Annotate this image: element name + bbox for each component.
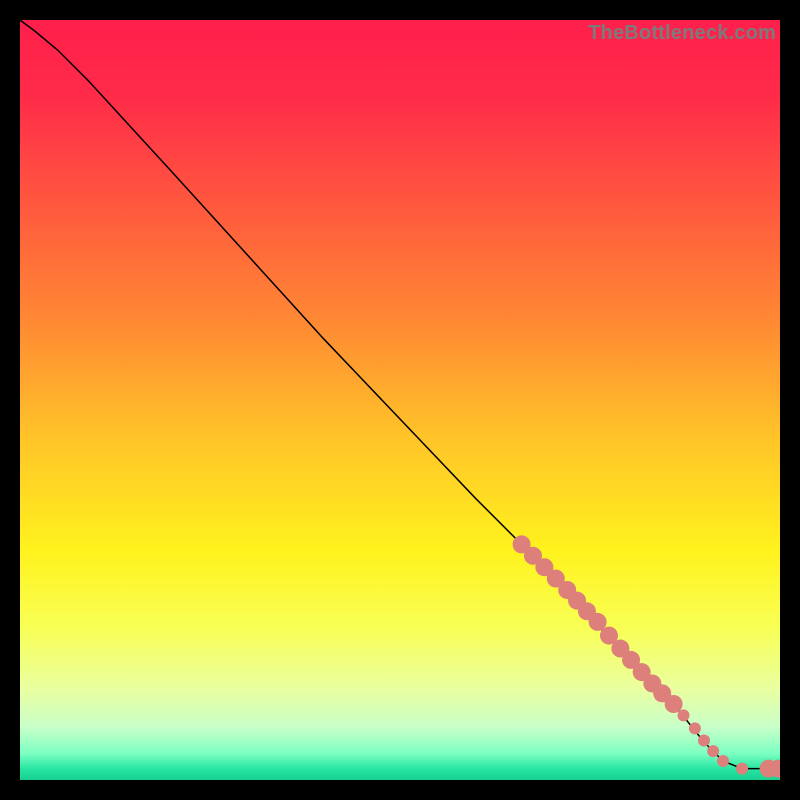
watermark-label: TheBottleneck.com	[588, 22, 776, 45]
chart-svg	[20, 20, 780, 780]
marker-dot	[698, 734, 710, 746]
marker-dot	[707, 745, 719, 757]
marker-dot	[665, 695, 683, 713]
marker-dot	[677, 709, 689, 721]
chart-frame: TheBottleneck.com	[20, 20, 780, 780]
marker-dot	[717, 755, 729, 767]
marker-dot	[689, 722, 701, 734]
chart-background	[20, 20, 780, 780]
marker-dot	[736, 763, 748, 775]
